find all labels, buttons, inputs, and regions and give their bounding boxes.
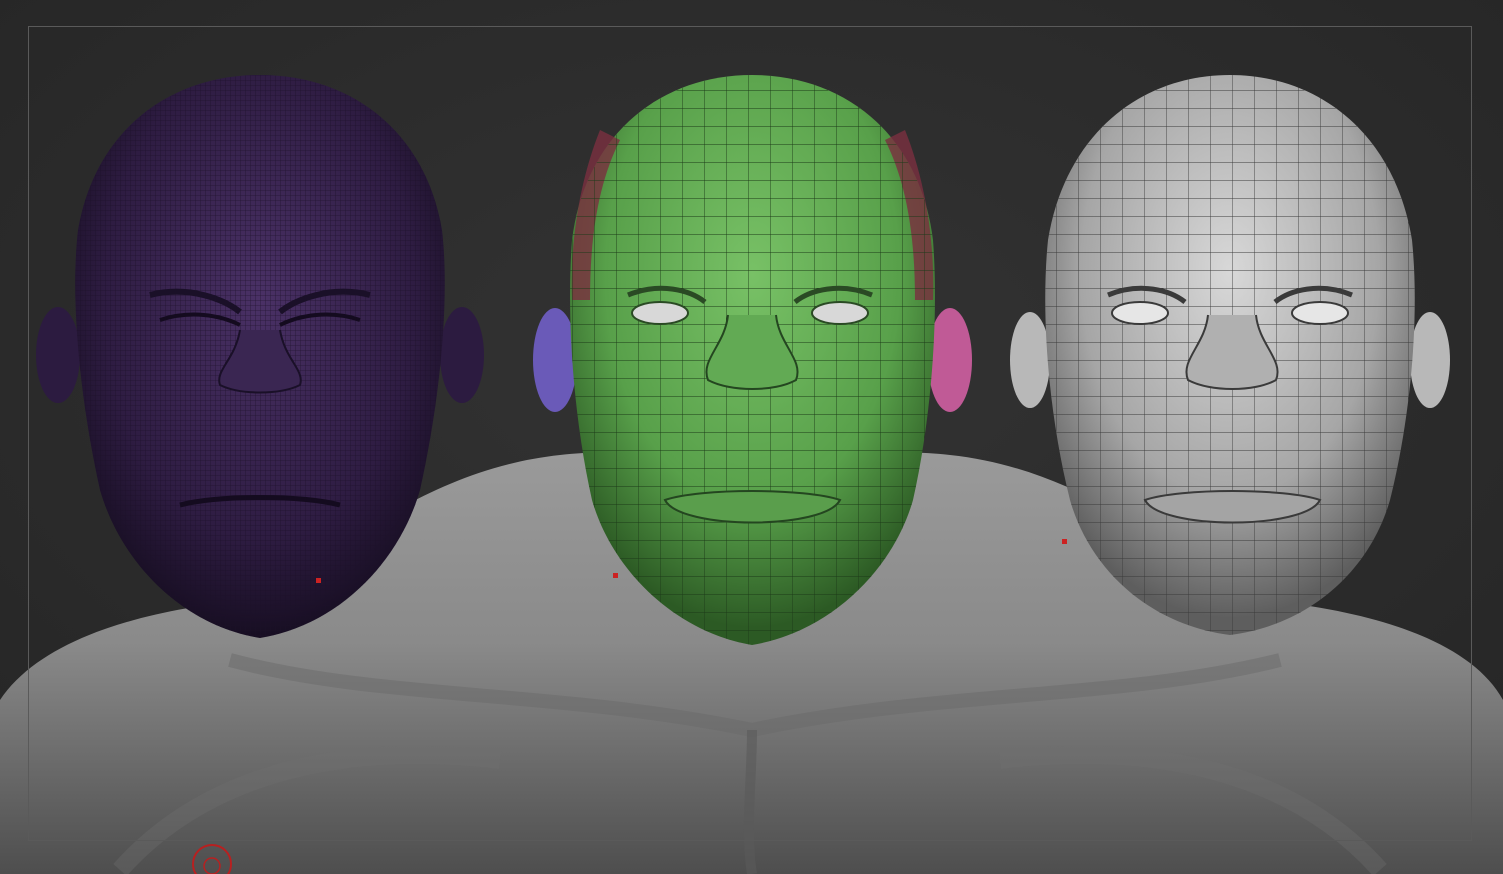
scene-canvas[interactable] [0, 0, 1503, 874]
zbrush-viewport[interactable] [0, 0, 1503, 874]
